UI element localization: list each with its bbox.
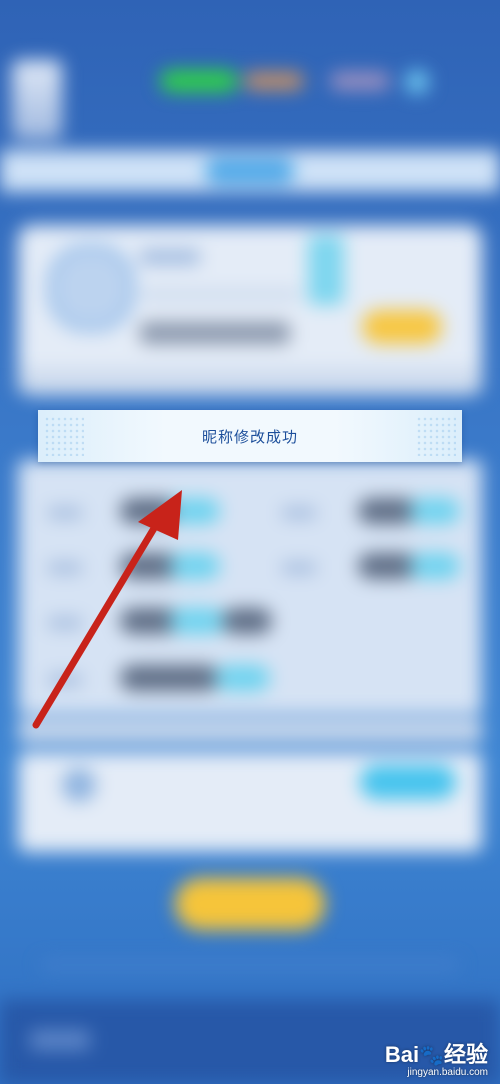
watermark-logo-suffix: 经验 <box>443 1042 488 1067</box>
baidu-watermark: Bai🐾经验 jingyan.baidu.com <box>385 1037 488 1078</box>
red-arrow-icon <box>32 490 182 729</box>
watermark-logo-prefix: Bai <box>384 1042 420 1067</box>
paw-icon: 🐾 <box>419 1045 444 1067</box>
